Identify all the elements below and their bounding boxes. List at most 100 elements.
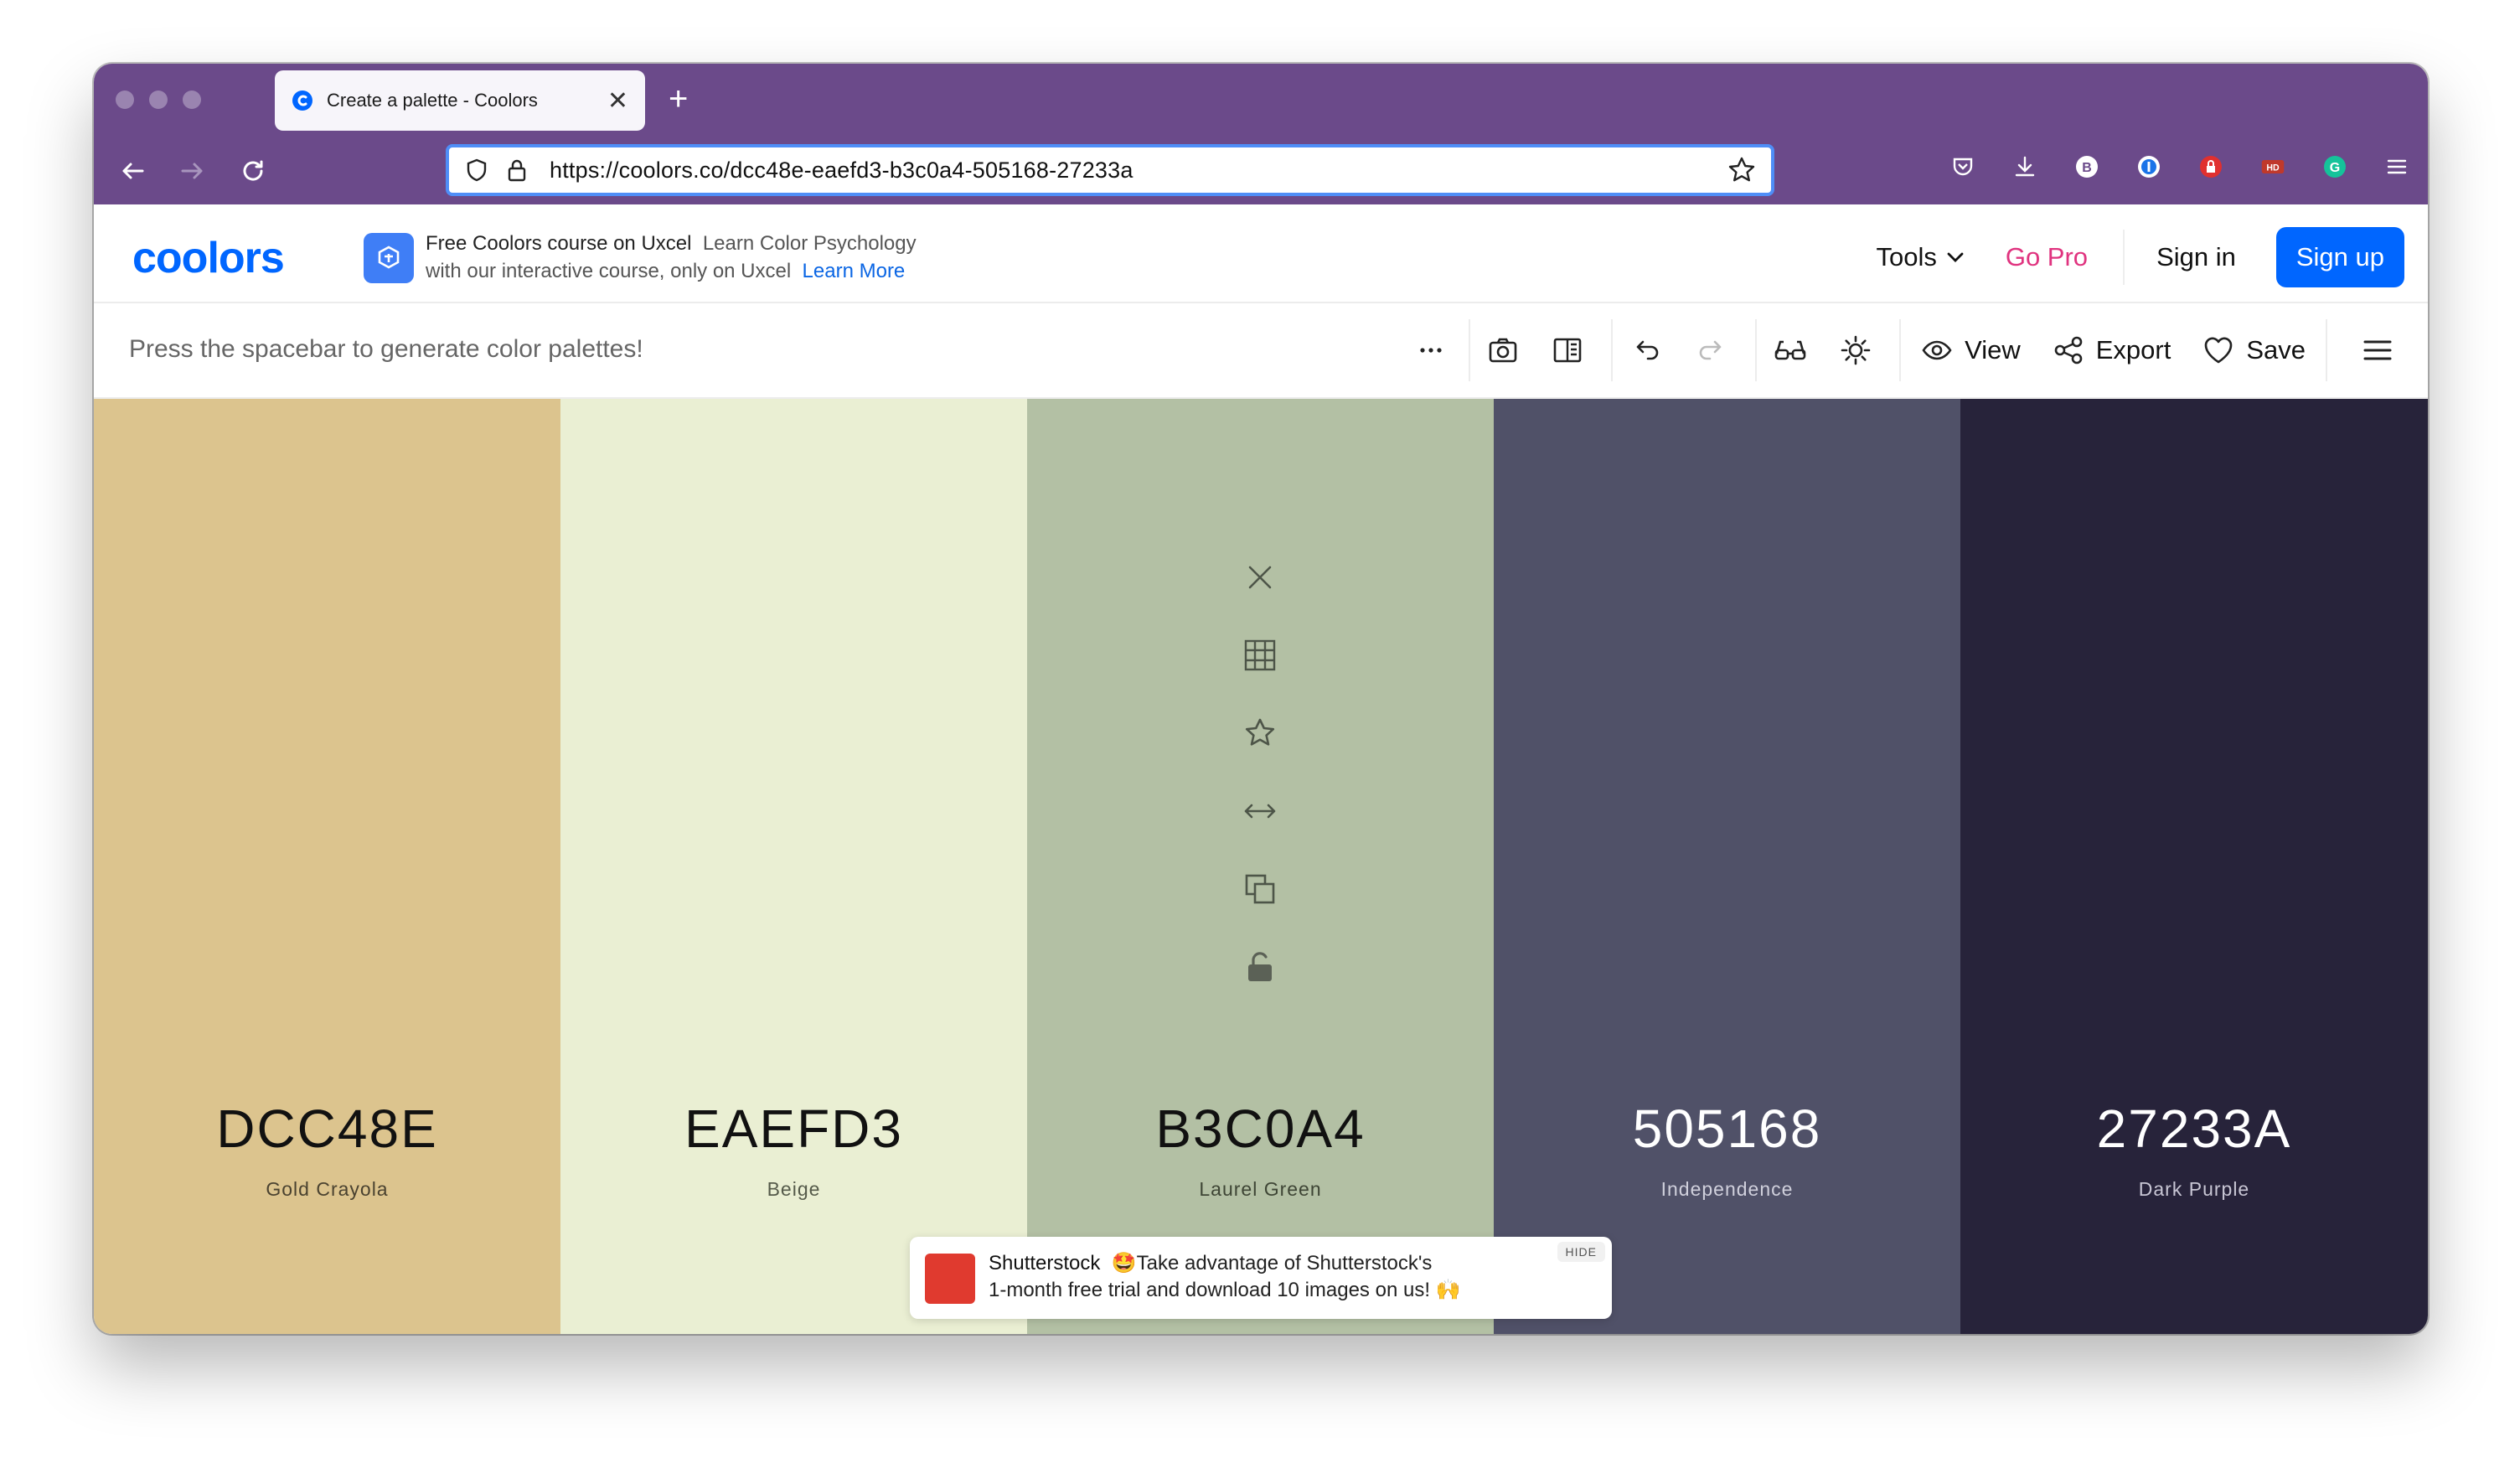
shield-icon bbox=[467, 158, 487, 182]
sign-up-button[interactable]: Sign up bbox=[2275, 227, 2404, 287]
more-options-button[interactable] bbox=[1393, 303, 1469, 397]
site-header: coolors Free Coolors course on Uxcel Lea… bbox=[94, 204, 2428, 303]
hamburger-menu-icon bbox=[2363, 340, 2392, 360]
svg-text:G: G bbox=[2330, 161, 2340, 175]
hex-code[interactable]: EAEFD3 bbox=[560, 1098, 1027, 1160]
bookmark-star-icon[interactable] bbox=[1727, 156, 1756, 184]
color-column[interactable]: B3C0A4 Laurel Green bbox=[1027, 399, 1494, 1334]
glasses-icon bbox=[1774, 340, 1806, 360]
color-column[interactable]: DCC48E Gold Crayola bbox=[94, 399, 560, 1334]
close-window-button[interactable] bbox=[116, 90, 134, 109]
color-name: Laurel Green bbox=[1199, 1178, 1322, 1200]
redo-icon bbox=[1699, 340, 1722, 360]
undo-icon bbox=[1636, 340, 1659, 360]
password-manager-icon[interactable] bbox=[2136, 154, 2161, 179]
color-column[interactable]: 505168 Independence bbox=[1494, 399, 1960, 1334]
color-name: Dark Purple bbox=[2138, 1178, 2250, 1200]
color-blindness-button[interactable] bbox=[1757, 303, 1824, 397]
grammarly-icon[interactable]: G bbox=[2322, 154, 2347, 179]
shutterstock-ad[interactable]: Shutterstock 🤩Take advantage of Shutters… bbox=[910, 1237, 1612, 1319]
minimize-window-button[interactable] bbox=[149, 90, 168, 109]
extension-b-icon[interactable]: B bbox=[2074, 154, 2099, 179]
maximize-window-button[interactable] bbox=[183, 90, 201, 109]
unlock-icon[interactable] bbox=[1235, 928, 1285, 1006]
svg-text:B: B bbox=[2082, 161, 2092, 175]
heart-icon bbox=[2205, 337, 2233, 364]
main-menu-button[interactable] bbox=[2327, 303, 2428, 397]
coolors-favicon-icon bbox=[292, 90, 312, 111]
ad-brand: Shutterstock bbox=[989, 1252, 1101, 1274]
toolbar-actions: View Export Save bbox=[1393, 303, 2428, 397]
browser-chrome: Create a palette - Coolors ✕ + https://c… bbox=[94, 64, 2428, 204]
share-icon bbox=[2054, 336, 2083, 364]
adjust-palette-button[interactable] bbox=[1824, 303, 1887, 397]
sun-icon bbox=[1841, 335, 1871, 365]
tools-label: Tools bbox=[1876, 242, 1937, 271]
color-column[interactable]: EAEFD3 Beige bbox=[560, 399, 1027, 1334]
arrow-right-icon bbox=[181, 163, 203, 179]
hex-code[interactable]: 505168 bbox=[1494, 1098, 1960, 1160]
shades-grid-icon[interactable] bbox=[1235, 616, 1285, 694]
chevron-down-icon bbox=[1947, 252, 1964, 262]
pocket-icon[interactable] bbox=[1950, 154, 1975, 179]
close-tab-icon[interactable]: ✕ bbox=[607, 86, 628, 116]
ad-line2: 1-month free trial and download 10 image… bbox=[989, 1279, 1461, 1301]
browser-tab[interactable]: Create a palette - Coolors ✕ bbox=[275, 70, 645, 131]
palette-toolbar: Press the spacebar to generate color pal… bbox=[94, 303, 2428, 399]
color-name: Independence bbox=[1660, 1178, 1794, 1200]
learn-more-link[interactable]: Learn More bbox=[803, 260, 906, 282]
color-palette: DCC48E Gold Crayola EAEFD3 Beige B3C0A4 … bbox=[94, 399, 2428, 1334]
camera-icon bbox=[1489, 338, 1517, 363]
coolors-logo[interactable]: coolors bbox=[132, 233, 285, 283]
browser-menu-icon[interactable] bbox=[2384, 154, 2409, 179]
split-view-button[interactable] bbox=[1536, 303, 1599, 397]
browser-window: Create a palette - Coolors ✕ + https://c… bbox=[94, 64, 2428, 1334]
promo-subtitle: Learn Color Psychology bbox=[702, 232, 917, 255]
column-tools bbox=[1235, 538, 1285, 1006]
hide-ad-button[interactable]: HIDE bbox=[1557, 1242, 1605, 1262]
redo-button[interactable] bbox=[1680, 303, 1743, 397]
ad-image bbox=[925, 1254, 975, 1304]
promo-banner[interactable]: Free Coolors course on Uxcel Learn Color… bbox=[426, 230, 917, 285]
reload-icon bbox=[243, 160, 263, 181]
reload-button[interactable] bbox=[236, 154, 270, 188]
tab-title: Create a palette - Coolors bbox=[327, 90, 538, 111]
header-nav: Tools Go Pro Sign in Sign up bbox=[1876, 226, 2404, 288]
uxcel-icon bbox=[364, 233, 414, 283]
new-tab-button[interactable]: + bbox=[669, 80, 688, 118]
more-dots-icon bbox=[1420, 348, 1442, 353]
remove-color-icon[interactable] bbox=[1235, 538, 1285, 616]
back-button[interactable] bbox=[116, 154, 149, 188]
ad-line1: 🤩Take advantage of Shutterstock's bbox=[1111, 1252, 1433, 1274]
download-icon[interactable] bbox=[2012, 154, 2037, 179]
favorite-star-icon[interactable] bbox=[1235, 694, 1285, 772]
hex-code[interactable]: DCC48E bbox=[94, 1098, 560, 1160]
color-name: Beige bbox=[767, 1178, 821, 1200]
save-button[interactable]: Save bbox=[2182, 303, 2326, 397]
lock-extension-icon[interactable] bbox=[2198, 154, 2223, 179]
promo-line2: with our interactive course, only on Uxc… bbox=[426, 260, 792, 282]
sign-in-link[interactable]: Sign in bbox=[2156, 242, 2236, 272]
hex-code[interactable]: B3C0A4 bbox=[1027, 1098, 1494, 1160]
image-picker-button[interactable] bbox=[1470, 303, 1536, 397]
spacebar-hint: Press the spacebar to generate color pal… bbox=[129, 335, 643, 363]
view-button[interactable]: View bbox=[1901, 303, 2041, 397]
drag-arrows-icon[interactable] bbox=[1235, 772, 1285, 850]
copy-icon[interactable] bbox=[1235, 850, 1285, 928]
color-name: Gold Crayola bbox=[266, 1178, 389, 1200]
undo-button[interactable] bbox=[1613, 303, 1680, 397]
eye-icon bbox=[1922, 340, 1952, 360]
forward-button[interactable] bbox=[176, 154, 209, 188]
hd-extension-icon[interactable]: HD bbox=[2260, 154, 2285, 179]
arrow-left-icon bbox=[122, 163, 144, 179]
color-column[interactable]: 27233A Dark Purple bbox=[1960, 399, 2428, 1334]
split-view-icon bbox=[1553, 338, 1582, 363]
export-button[interactable]: Export bbox=[2041, 303, 2183, 397]
go-pro-link[interactable]: Go Pro bbox=[2006, 242, 2088, 272]
address-bar[interactable]: https://coolors.co/dcc48e-eaefd3-b3c0a4-… bbox=[446, 144, 1774, 196]
ad-text: Shutterstock 🤩Take advantage of Shutters… bbox=[989, 1250, 1461, 1304]
promo-title: Free Coolors course on Uxcel bbox=[426, 232, 692, 255]
tools-menu[interactable]: Tools bbox=[1876, 242, 1965, 272]
hex-code[interactable]: 27233A bbox=[1960, 1098, 2428, 1160]
url-text: https://coolors.co/dcc48e-eaefd3-b3c0a4-… bbox=[550, 157, 1133, 183]
